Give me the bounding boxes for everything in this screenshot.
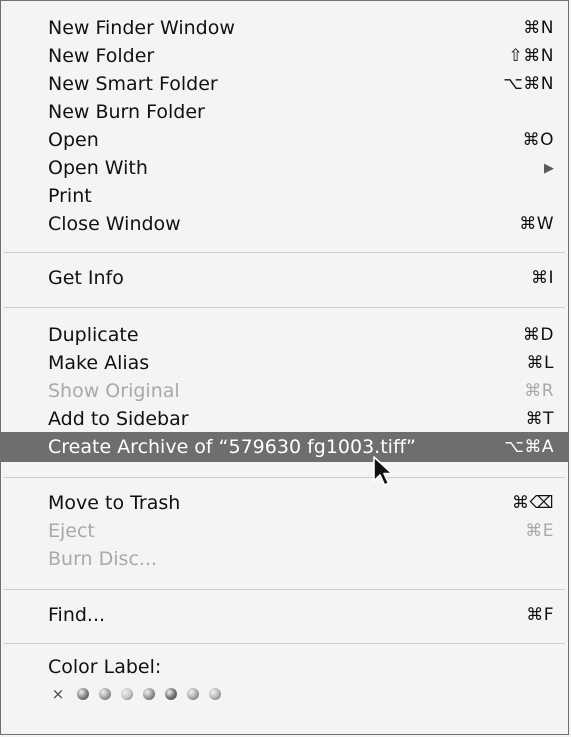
color-label-dot[interactable] [121, 688, 133, 700]
menu-item-shortcut: ⌘L [526, 353, 554, 373]
menu-item-label: Add to Sidebar [48, 408, 189, 430]
menu-item-print[interactable]: Print [1, 182, 568, 210]
menu-item-shortcut: ⌘F [526, 605, 554, 625]
menu-item-shortcut: ⌘I [530, 268, 554, 288]
menu-item-shortcut: ⌘D [522, 325, 554, 345]
triangle-right-icon: ▶ [544, 160, 554, 176]
color-label-dot[interactable] [187, 688, 199, 700]
menu-item-label: Move to Trash [48, 492, 181, 514]
menu-item-shortcut: ⌘R [524, 381, 554, 401]
menu-item-add-to-sidebar[interactable]: Add to Sidebar ⌘T [1, 405, 568, 433]
menu-item-label: New Folder [48, 45, 155, 67]
menu-item-shortcut: ⌘W [519, 214, 554, 234]
remove-label-icon[interactable]: × [49, 685, 67, 703]
menu-item-open[interactable]: Open ⌘O [1, 126, 568, 154]
menu-item-label: Create Archive of “579630 fg1003.tiff” [48, 436, 416, 458]
menu-item-show-original: Show Original ⌘R [1, 377, 568, 405]
menu-item-label: Make Alias [48, 352, 150, 374]
menu-item-create-archive[interactable]: Create Archive of “579630 fg1003.tiff” ⌥… [1, 432, 568, 462]
menu-item-make-alias[interactable]: Make Alias ⌘L [1, 349, 568, 377]
color-label-dot[interactable] [165, 688, 177, 700]
menu-item-label: Find... [48, 604, 106, 626]
menu-item-shortcut: ⌘⌫ [511, 493, 554, 513]
menu-item-label: Open With [48, 157, 148, 179]
menu-item-label: New Smart Folder [48, 73, 218, 95]
menu-item-duplicate[interactable]: Duplicate ⌘D [1, 321, 568, 349]
menu-separator [4, 477, 565, 478]
menu-separator [4, 589, 565, 590]
menu-separator [4, 643, 565, 644]
menu-separator [4, 252, 565, 253]
color-label-dot[interactable] [209, 688, 221, 700]
color-label-title: Color Label: [1, 653, 568, 681]
menu-item-shortcut: ⌘N [523, 18, 554, 38]
menu-item-shortcut: ⌘E [525, 521, 554, 541]
menu-item-new-finder-window[interactable]: New Finder Window ⌘N [1, 14, 568, 42]
menu-item-find[interactable]: Find... ⌘F [1, 601, 568, 629]
color-label-dot[interactable] [77, 688, 89, 700]
file-menu: New Finder Window ⌘N New Folder ⇧⌘N New … [0, 0, 569, 735]
menu-item-burn-disc: Burn Disc... [1, 545, 568, 573]
color-label-title-text: Color Label: [48, 656, 162, 678]
color-label-row: × [49, 685, 221, 703]
menu-item-label: Open [48, 129, 99, 151]
color-label-dot[interactable] [99, 688, 111, 700]
menu-item-new-smart-folder[interactable]: New Smart Folder ⌥⌘N [1, 70, 568, 98]
menu-item-label: Show Original [48, 380, 180, 402]
menu-item-shortcut: ⌥⌘A [504, 437, 554, 457]
menu-separator [4, 307, 565, 308]
menu-item-close-window[interactable]: Close Window ⌘W [1, 210, 568, 238]
menu-item-shortcut: ⇧⌘N [508, 46, 554, 66]
menu-item-label: Eject [48, 520, 95, 542]
menu-item-shortcut: ⌥⌘N [503, 74, 554, 94]
menu-item-label: New Finder Window [48, 17, 235, 39]
menu-item-shortcut: ⌘T [525, 409, 554, 429]
menu-item-label: Burn Disc... [48, 548, 158, 570]
menu-item-move-to-trash[interactable]: Move to Trash ⌘⌫ [1, 489, 568, 517]
menu-item-open-with[interactable]: Open With ▶ [1, 154, 568, 182]
menu-item-new-burn-folder[interactable]: New Burn Folder [1, 98, 568, 126]
mouse-pointer-icon [373, 456, 393, 486]
menu-item-label: Print [48, 185, 92, 207]
menu-item-label: Get Info [48, 267, 124, 289]
menu-item-label: Close Window [48, 213, 181, 235]
color-label-dot[interactable] [143, 688, 155, 700]
menu-item-label: Duplicate [48, 324, 139, 346]
menu-item-eject: Eject ⌘E [1, 517, 568, 545]
menu-item-label: New Burn Folder [48, 101, 205, 123]
menu-item-shortcut: ⌘O [522, 130, 554, 150]
menu-item-new-folder[interactable]: New Folder ⇧⌘N [1, 42, 568, 70]
menu-item-get-info[interactable]: Get Info ⌘I [1, 264, 568, 292]
